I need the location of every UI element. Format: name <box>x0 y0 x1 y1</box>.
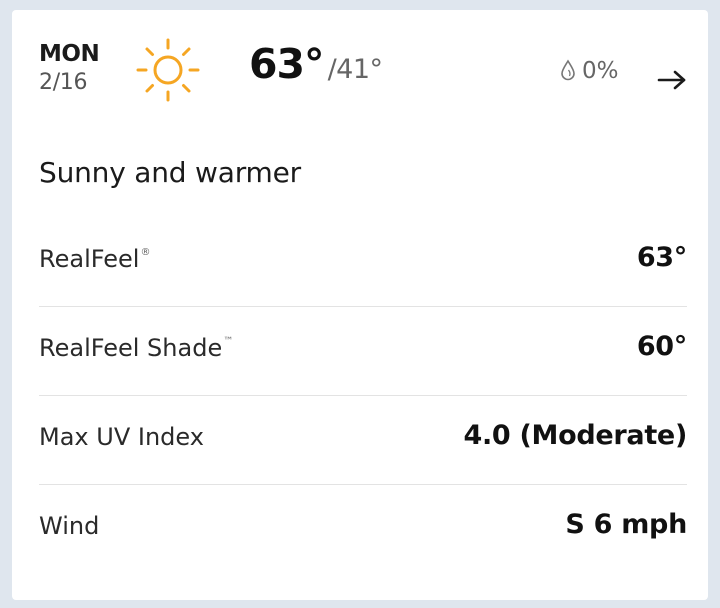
precipitation-chance: 0% <box>582 58 619 84</box>
detail-value: 63° <box>636 242 687 273</box>
daily-forecast-card: MON 2/16 63°/41° 0% Sunny and warmer Rea… <box>12 10 708 600</box>
precipitation: 0% <box>560 58 619 84</box>
trademark-mark: ™ <box>223 336 234 347</box>
detail-row-max-uv-index: Max UV Index 4.0 (Moderate) <box>39 396 687 485</box>
arrow-right-icon[interactable] <box>656 68 688 92</box>
detail-label: RealFeel Shade™ <box>39 334 234 362</box>
detail-label: Wind <box>39 512 100 540</box>
detail-label: RealFeel® <box>39 245 151 273</box>
forecast-date: 2/16 <box>39 70 88 95</box>
sun-icon <box>136 38 200 102</box>
detail-value: 4.0 (Moderate) <box>463 420 687 451</box>
detail-value: S 6 mph <box>565 509 687 540</box>
low-temperature: /41° <box>327 54 383 85</box>
date-block: MON 2/16 <box>39 40 100 98</box>
raindrop-icon <box>561 59 575 81</box>
forecast-header[interactable]: MON 2/16 63°/41° 0% <box>12 10 708 140</box>
detail-label: Max UV Index <box>39 423 204 451</box>
temperature-block: 63°/41° <box>249 40 383 88</box>
details-list: RealFeel® 63° RealFeel Shade™ 60° Max UV… <box>39 218 687 573</box>
detail-row-wind: Wind S 6 mph <box>39 485 687 573</box>
registered-mark: ® <box>140 247 151 258</box>
detail-value: 60° <box>636 331 687 362</box>
detail-row-realfeel: RealFeel® 63° <box>39 218 687 307</box>
detail-row-realfeel-shade: RealFeel Shade™ 60° <box>39 307 687 396</box>
forecast-phrase: Sunny and warmer <box>39 156 301 189</box>
high-temperature: 63° <box>249 40 325 88</box>
day-of-week: MON <box>39 41 100 67</box>
